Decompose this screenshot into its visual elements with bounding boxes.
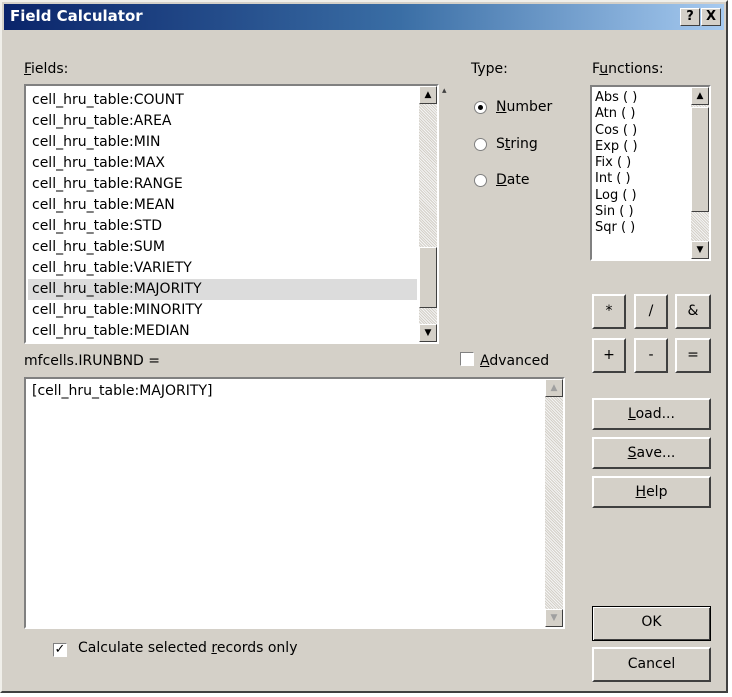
function-item[interactable]: Log ( ) [593,188,689,204]
functions-scroll-down[interactable]: ▼ [691,241,709,259]
functions-label: Functions: [592,61,664,77]
functions-scrollbar[interactable]: ▲ ▼ [691,87,709,259]
title-bar[interactable]: Field Calculator ? X [4,4,724,30]
close-title-button[interactable]: X [701,8,721,26]
fields-scrollbar[interactable]: ▲ ▼ [419,86,437,342]
scroll-down-button[interactable]: ▼ [419,324,437,342]
functions-scroll-up[interactable]: ▲ [691,87,709,105]
type-label-date: Date [496,172,530,188]
function-item[interactable]: Exp ( ) [593,139,689,155]
expression-scroll-down[interactable]: ▼ [545,609,563,627]
function-item[interactable]: Int ( ) [593,171,689,187]
selected-only-label: Calculate selected records only [78,640,298,656]
type-label-number: Number [496,99,553,115]
field-item[interactable]: cell_hru_table:MINORITY [28,300,417,321]
field-item[interactable]: cell_hru_table:COUNT [28,90,417,111]
expression-scroll-up[interactable]: ▲ [545,379,563,397]
save-button[interactable]: Save... [592,437,711,469]
sort-icon[interactable]: ▴ [442,86,447,96]
scroll-up-button[interactable]: ▲ [419,86,437,104]
help-title-button[interactable]: ? [680,8,700,26]
function-item[interactable]: Sqr ( ) [593,220,689,236]
field-item[interactable]: cell_hru_table:MEAN [28,195,417,216]
type-radio-date[interactable] [474,174,487,187]
fields-label: Fields: [24,61,69,77]
minus-button[interactable]: - [634,338,668,373]
function-item[interactable]: Atn ( ) [593,106,689,122]
field-item[interactable]: cell_hru_table:SUM [28,237,417,258]
functions-list[interactable]: Abs ( ) Atn ( ) Cos ( ) Exp ( ) Fix ( ) Int (… [590,85,711,261]
functions-items: Abs ( ) Atn ( ) Cos ( ) Exp ( ) Fix ( ) Int (… [593,90,689,237]
type-radio-number[interactable] [474,101,487,114]
selected-only-checkbox[interactable]: ✓ [53,643,67,657]
ampersand-button[interactable]: & [675,294,711,329]
multiply-button[interactable]: * [592,294,626,329]
advanced-label: Advanced [480,353,550,369]
fields-list[interactable]: cell_hru_table:COUNT cell_hru_table:AREA c… [24,84,439,344]
fields-items: cell_hru_table:COUNT cell_hru_table:AREA c… [28,90,417,342]
field-item[interactable]: cell_hru_table:MIN [28,132,417,153]
ok-button[interactable]: OK [592,606,711,641]
type-radio-string[interactable] [474,138,487,151]
field-item[interactable]: cell_hru_table:MAJORITY [28,279,417,300]
expression-box[interactable]: [cell_hru_table:MAJORITY] ▲ ▼ [24,377,565,629]
function-item[interactable]: Cos ( ) [593,123,689,139]
expression-text[interactable]: [cell_hru_table:MAJORITY] [32,383,212,399]
load-button[interactable]: Load... [592,398,711,430]
field-item[interactable]: cell_hru_table:MEDIAN [28,321,417,342]
function-item[interactable]: Sin ( ) [593,204,689,220]
function-item[interactable]: Fix ( ) [593,155,689,171]
divide-button[interactable]: / [634,294,668,329]
cancel-button[interactable]: Cancel [592,647,711,682]
functions-scroll-thumb[interactable] [691,107,709,212]
radio-dot [478,105,483,110]
field-item[interactable]: cell_hru_table:STD [28,216,417,237]
advanced-checkbox[interactable] [460,352,474,366]
expression-scrollbar[interactable]: ▲ ▼ [545,379,563,627]
scroll-thumb[interactable] [419,247,437,308]
plus-button[interactable]: + [592,338,626,373]
target-field-label: mfcells.IRUNBND = [24,353,161,369]
field-item[interactable]: cell_hru_table:VARIETY [28,258,417,279]
function-item[interactable]: Abs ( ) [593,90,689,106]
help-button[interactable]: Help [592,476,711,508]
field-item[interactable]: cell_hru_table:AREA [28,111,417,132]
type-label: Type: [471,61,508,77]
field-calculator-dialog: Field Calculator ? X Fields: cell_hru_ta… [0,0,728,693]
equals-button[interactable]: = [675,338,711,373]
type-label-string: String [496,136,538,152]
field-item[interactable]: cell_hru_table:MAX [28,153,417,174]
field-item[interactable]: cell_hru_table:RANGE [28,174,417,195]
window-title: Field Calculator [10,7,143,25]
